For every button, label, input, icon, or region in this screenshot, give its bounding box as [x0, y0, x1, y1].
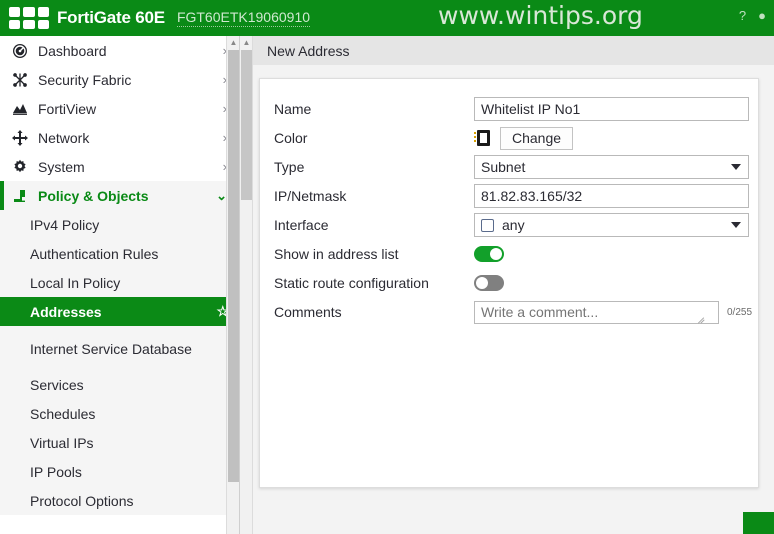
- policy-objects-icon: [10, 187, 30, 205]
- chevron-down-icon: [731, 222, 741, 228]
- type-label: Type: [274, 159, 305, 175]
- sidebar-subitem-label: Virtual IPs: [30, 434, 94, 451]
- type-selected-value: Subnet: [481, 159, 526, 175]
- sidebar-submenu-policy-objects: IPv4 Policy Authentication Rules Local I…: [0, 210, 239, 515]
- sidebar-item-fortiview[interactable]: FortiView ›: [0, 94, 239, 123]
- static-route-configuration-toggle[interactable]: [474, 275, 504, 291]
- show-in-address-list-label: Show in address list: [274, 246, 399, 262]
- sidebar-item-protocol-options[interactable]: Protocol Options: [0, 486, 239, 515]
- new-address-form: Name Color: [260, 79, 758, 487]
- form-row-ipnetmask: IP/Netmask: [274, 184, 758, 208]
- name-label: Name: [274, 101, 312, 117]
- sidebar-subitem-label: Internet Service Database: [30, 341, 192, 357]
- sidebar-subitem-label: Local In Policy: [30, 274, 121, 291]
- form-row-type: Type Subnet: [274, 155, 758, 179]
- form-row-color: Color Change: [274, 126, 758, 150]
- comments-textarea[interactable]: [474, 300, 719, 324]
- sidebar-item-dashboard[interactable]: Dashboard ›: [0, 36, 239, 65]
- fortigate-logo-icon: [9, 7, 49, 29]
- fortigate-admin-window: FortiGate 60E FGT60ETK19060910 ? ● www.w…: [0, 0, 774, 534]
- color-label: Color: [274, 130, 308, 146]
- scroll-up-arrow-icon[interactable]: ▲: [227, 36, 239, 49]
- sidebar-item-network[interactable]: Network ›: [0, 123, 239, 152]
- sidebar-item-security-fabric[interactable]: Security Fabric ›: [0, 65, 239, 94]
- sidebar-item-label: System: [38, 158, 85, 175]
- sidebar-item-policy-objects[interactable]: Policy & Objects ⌄: [0, 181, 239, 210]
- sidebar-item-local-in-policy[interactable]: Local In Policy: [0, 268, 239, 297]
- site-watermark: www.wintips.org: [438, 1, 643, 30]
- ok-button[interactable]: OK: [743, 512, 774, 534]
- page-title-text: New Address: [267, 42, 350, 59]
- sidebar-item-label: Network: [38, 129, 90, 146]
- change-color-button[interactable]: Change: [500, 126, 574, 150]
- sidebar-item-label: Policy & Objects: [38, 187, 149, 204]
- comments-character-counter: 0/255: [727, 306, 753, 318]
- type-select[interactable]: Subnet: [474, 155, 749, 179]
- interface-label: Interface: [274, 217, 329, 233]
- ipnetmask-label: IP/Netmask: [274, 188, 347, 204]
- sidebar-scrollbar[interactable]: ▲: [226, 36, 239, 534]
- security-fabric-icon: [10, 71, 30, 89]
- fortiview-icon: [10, 100, 30, 118]
- page-title: New Address: [253, 36, 774, 65]
- form-row-name: Name: [274, 97, 758, 121]
- sidebar-item-schedules[interactable]: Schedules: [0, 399, 239, 428]
- sidebar-subitem-label: Addresses: [30, 303, 102, 320]
- sidebar-subitem-label: Services: [30, 376, 84, 393]
- system-gear-icon: [10, 158, 30, 176]
- help-icon[interactable]: ?: [739, 8, 746, 23]
- form-row-interface: Interface any: [274, 213, 758, 237]
- sidebar-subitem-label: Authentication Rules: [30, 245, 159, 262]
- sidebar-item-ipv4-policy[interactable]: IPv4 Policy: [0, 210, 239, 239]
- static-route-configuration-label: Static route configuration: [274, 275, 429, 291]
- interface-select[interactable]: any: [474, 213, 749, 237]
- interface-checkbox[interactable]: [481, 218, 494, 232]
- header-icon-group: ? ●: [739, 8, 766, 23]
- form-row-comments: Comments 0/255: [274, 300, 758, 324]
- dashboard-icon: [10, 42, 30, 60]
- ipnetmask-input[interactable]: [474, 184, 749, 208]
- name-input[interactable]: [474, 97, 749, 121]
- sidebar-subitem-label: Schedules: [30, 405, 96, 422]
- show-in-address-list-toggle[interactable]: [474, 246, 504, 262]
- panel-scrollbar[interactable]: ▲: [240, 36, 253, 534]
- sidebar-item-label: Security Fabric: [38, 71, 132, 88]
- sidebar-subitem-label: IP Pools: [30, 463, 82, 480]
- sidebar-item-internet-service-database[interactable]: Internet Service Database: [0, 326, 239, 370]
- app-header: FortiGate 60E FGT60ETK19060910 ? ● www.w…: [0, 0, 774, 36]
- form-row-show-in-address-list: Show in address list: [274, 242, 758, 266]
- new-address-form-card: Name Color: [259, 78, 759, 488]
- panel-scrollbar-thumb[interactable]: [241, 50, 252, 200]
- user-icon[interactable]: ●: [758, 8, 766, 23]
- sidebar-item-virtual-ips[interactable]: Virtual IPs: [0, 428, 239, 457]
- sidebar-item-addresses[interactable]: Addresses ☆: [0, 297, 239, 326]
- sidebar-item-system[interactable]: System ›: [0, 152, 239, 181]
- network-icon: [10, 129, 30, 147]
- main-content-area: ▲ New Address Name Color: [240, 36, 774, 534]
- sidebar-subitem-label: IPv4 Policy: [30, 216, 100, 233]
- sidebar-item-ip-pools[interactable]: IP Pools: [0, 457, 239, 486]
- panel-scroll-up-arrow-icon[interactable]: ▲: [240, 36, 253, 49]
- sidebar-item-authentication-rules[interactable]: Authentication Rules: [0, 239, 239, 268]
- brand-title: FortiGate 60E: [57, 8, 165, 27]
- color-swatch-icon[interactable]: [474, 130, 490, 146]
- form-row-static-route-configuration: Static route configuration: [274, 271, 758, 295]
- sidebar-item-label: Dashboard: [38, 42, 107, 59]
- chevron-down-icon: [731, 164, 741, 170]
- device-serial-number: FGT60ETK19060910: [176, 9, 311, 27]
- sidebar-scrollbar-thumb[interactable]: [228, 50, 239, 482]
- sidebar-item-services[interactable]: Services: [0, 370, 239, 399]
- interface-selected-value: any: [502, 217, 525, 233]
- comments-label: Comments: [274, 304, 342, 320]
- sidebar-subitem-label: Protocol Options: [30, 492, 134, 509]
- sidebar-item-label: FortiView: [38, 100, 97, 117]
- sidebar-navigation: Dashboard › Security Fabric › FortiView …: [0, 36, 240, 534]
